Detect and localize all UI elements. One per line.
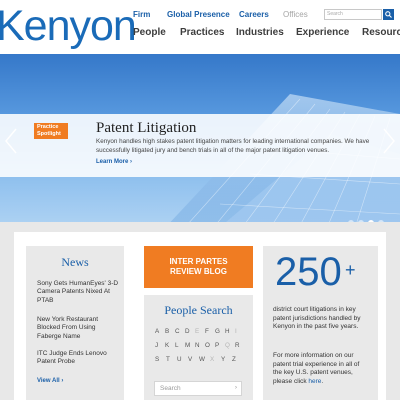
learn-more-link[interactable]: Learn More › [96, 159, 132, 165]
nav-experience[interactable]: Experience [296, 27, 362, 38]
letter-link-b[interactable]: B [165, 328, 175, 342]
utility-nav: Firm Global Presence Careers Offices [133, 10, 325, 19]
letter-link-j[interactable]: J [155, 342, 165, 356]
kenyon-logo[interactable]: Kenyon [0, 2, 137, 50]
people-search-input[interactable]: Search › [154, 381, 242, 396]
letter-link-t[interactable]: T [166, 356, 177, 370]
hero-carousel: Practice Spotlight Patent Litigation Ken… [0, 54, 400, 244]
letter-link-d[interactable]: D [185, 328, 195, 342]
alphabet-row: ABCDEFGHI [155, 328, 245, 342]
nav-people[interactable]: People [133, 27, 180, 38]
people-search-placeholder: Search [160, 385, 181, 392]
utility-link-global-presence[interactable]: Global Presence [167, 10, 239, 19]
stat-number: 250 [275, 250, 342, 294]
people-search-heading: People Search [164, 303, 233, 317]
stat-more-info: For more information on our patent trial… [273, 352, 369, 386]
stat-plus: + [345, 260, 356, 280]
letter-link-r[interactable]: R [235, 342, 245, 356]
nav-practices[interactable]: Practices [180, 27, 236, 38]
search-icon [385, 11, 392, 18]
letter-link-k[interactable]: K [165, 342, 175, 356]
stat-more-info-suffix: . [321, 377, 324, 385]
letter-link-x: X [210, 356, 215, 363]
utility-link-offices[interactable]: Offices [283, 10, 325, 19]
letter-link-p[interactable]: P [215, 342, 225, 356]
chevron-right-icon[interactable]: › [235, 384, 237, 391]
badge-line-1: Practice [37, 124, 59, 130]
alphabet-row: STUVWXYZ [155, 356, 245, 370]
news-heading: News [61, 255, 89, 269]
nav-industries[interactable]: Industries [236, 27, 296, 38]
stat-panel: 250 + district court litigations in key … [263, 246, 378, 400]
letter-link-s[interactable]: S [155, 356, 166, 370]
site-search-input[interactable]: Search [324, 9, 382, 20]
carousel-prev-icon[interactable] [4, 127, 18, 155]
hero-title: Patent Litigation [96, 120, 197, 136]
main-nav: People Practices Industries Experience R… [133, 27, 400, 38]
letter-link-v[interactable]: V [188, 356, 199, 370]
letter-link-y[interactable]: Y [221, 356, 232, 370]
utility-link-careers[interactable]: Careers [239, 10, 283, 19]
news-item[interactable]: New York Restaurant Blocked From Using F… [37, 316, 121, 341]
news-item[interactable]: ITC Judge Ends Lenovo Patent Probe [37, 350, 121, 367]
letter-link-a[interactable]: A [155, 328, 165, 342]
nav-resources[interactable]: Resources [362, 27, 400, 38]
news-view-all-link[interactable]: View All › [37, 378, 63, 384]
letter-link-c[interactable]: C [175, 328, 185, 342]
search-button[interactable] [383, 9, 394, 20]
utility-link-firm[interactable]: Firm [133, 10, 167, 19]
letter-link-h[interactable]: H [225, 328, 235, 342]
letter-link-q: Q [225, 342, 230, 349]
letter-link-l[interactable]: L [175, 342, 185, 356]
practice-spotlight-badge: Practice Spotlight [34, 123, 68, 139]
letter-link-g[interactable]: G [215, 328, 225, 342]
carousel-next-icon[interactable] [382, 127, 396, 155]
news-item[interactable]: Sony Gets HumanEyes' 3-D Camera Patents … [37, 280, 121, 305]
letter-link-o[interactable]: O [205, 342, 215, 356]
alphabet-row: JKLMNOPQR [155, 342, 245, 356]
news-panel: News Sony Gets HumanEyes' 3-D Camera Pat… [26, 246, 124, 400]
badge-line-2: Spotlight [37, 131, 61, 137]
stat-description: district court litigations in key patent… [273, 306, 361, 330]
blog-line-2: REVIEW BLOG [170, 267, 227, 276]
letter-link-u[interactable]: U [177, 356, 188, 370]
inter-partes-blog-button[interactable]: INTER PARTES REVIEW BLOG [144, 246, 253, 288]
letter-link-w[interactable]: W [199, 356, 210, 370]
letter-link-e: E [195, 328, 200, 335]
letter-link-i: I [235, 328, 237, 335]
blog-line-1: INTER PARTES [169, 257, 228, 266]
people-search-panel: People Search ABCDEFGHIJKLMNOPQRSTUVWXYZ… [144, 295, 253, 400]
letter-link-f[interactable]: F [205, 328, 215, 342]
letter-link-m[interactable]: M [185, 342, 195, 356]
hero-description: Kenyon handles high stakes patent litiga… [96, 138, 370, 154]
letter-link-z[interactable]: Z [232, 356, 243, 370]
alphabet-filter: ABCDEFGHIJKLMNOPQRSTUVWXYZ [155, 328, 245, 370]
letter-link-n[interactable]: N [195, 342, 205, 356]
stat-here-link[interactable]: here [308, 378, 321, 385]
